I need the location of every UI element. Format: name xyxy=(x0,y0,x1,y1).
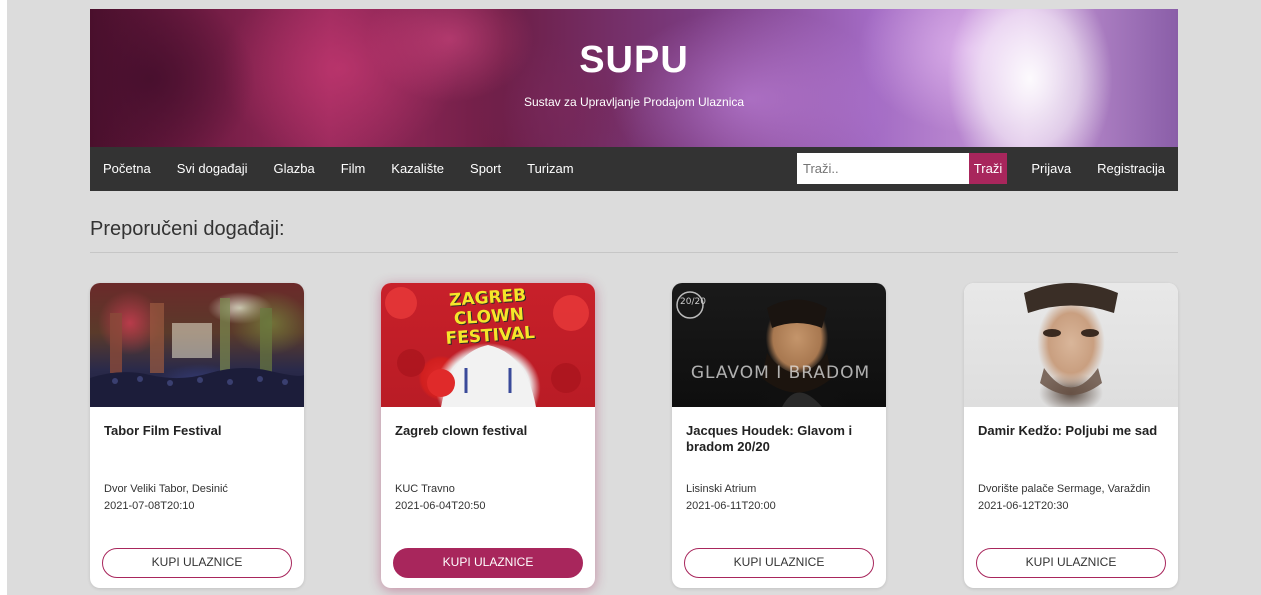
event-image-tabor[interactable] xyxy=(90,283,304,407)
search-input[interactable] xyxy=(797,153,969,184)
event-title[interactable]: Tabor Film Festival xyxy=(104,423,294,439)
event-date: 2021-07-08T20:10 xyxy=(104,500,195,512)
poster-text: GLAVOM I BRADOM xyxy=(690,363,871,383)
nav-item-svi-dogadaji[interactable]: Svi događaji xyxy=(164,147,261,191)
buy-tickets-button[interactable]: KUPI ULAZNICE xyxy=(102,548,292,578)
site-subtitle: Sustav za Upravljanje Prodajom Ulaznica xyxy=(523,95,745,109)
nav-item-sport[interactable]: Sport xyxy=(457,147,514,191)
event-title[interactable]: Damir Kedžo: Poljubi me sad xyxy=(978,423,1168,439)
event-card-jacques-houdek[interactable]: 20/20 GLAVOM I BRADOM Jacques Houdek: Gl… xyxy=(672,283,886,588)
buy-tickets-button[interactable]: KUPI ULAZNICE xyxy=(684,548,874,578)
event-card-body: Tabor Film Festival Dvor Veliki Tabor, D… xyxy=(90,407,304,588)
buy-tickets-button[interactable]: KUPI ULAZNICE xyxy=(393,548,583,578)
login-link[interactable]: Prijava xyxy=(1018,147,1084,191)
event-date: 2021-06-12T20:30 xyxy=(978,500,1069,512)
event-card-zagreb-clown[interactable]: ZAGREB CLOWN FESTIVAL Zagreb clown festi… xyxy=(381,283,595,588)
nav-item-film[interactable]: Film xyxy=(328,147,379,191)
event-card-body: Damir Kedžo: Poljubi me sad Dvorište pal… xyxy=(964,407,1178,588)
event-title[interactable]: Jacques Houdek: Glavom i bradom 20/20 xyxy=(686,423,876,455)
event-date: 2021-06-11T20:00 xyxy=(686,500,776,512)
section-divider xyxy=(90,252,1178,253)
nav-links: Početna Svi događaji Glazba Film Kazališ… xyxy=(90,147,587,191)
event-venue: Lisinski Atrium xyxy=(686,483,757,495)
event-card-damir-kedzo[interactable]: Damir Kedžo: Poljubi me sad Dvorište pal… xyxy=(964,283,1178,588)
event-venue: Dvor Veliki Tabor, Desinić xyxy=(104,483,228,495)
page: SUPU Sustav za Upravljanje Prodajom Ulaz… xyxy=(7,0,1261,595)
event-venue: Dvorište palače Sermage, Varaždin xyxy=(978,483,1151,495)
badge-text: 20/20 xyxy=(680,297,706,307)
portrait-image xyxy=(1024,283,1118,395)
nav-item-glazba[interactable]: Glazba xyxy=(261,147,328,191)
nav-item-kazaliste[interactable]: Kazalište xyxy=(378,147,457,191)
nav-item-pocetna[interactable]: Početna xyxy=(90,147,164,191)
site-title: SUPU xyxy=(579,39,689,81)
search-button[interactable]: Traži xyxy=(969,153,1007,184)
event-card-body: Zagreb clown festival KUC Travno 2021-06… xyxy=(381,407,595,588)
top-navbar: Početna Svi događaji Glazba Film Kazališ… xyxy=(90,147,1178,191)
event-image-zagreb-clown[interactable]: ZAGREB CLOWN FESTIVAL xyxy=(381,283,595,407)
event-date: 2021-06-04T20:50 xyxy=(395,500,486,512)
register-link[interactable]: Registracija xyxy=(1084,147,1178,191)
event-title[interactable]: Zagreb clown festival xyxy=(395,423,585,439)
event-card-tabor[interactable]: Tabor Film Festival Dvor Veliki Tabor, D… xyxy=(90,283,304,588)
search-form: Traži xyxy=(797,153,1007,184)
nav-item-turizam[interactable]: Turizam xyxy=(514,147,586,191)
poster-text: ZAGREB CLOWN FESTIVAL xyxy=(444,285,536,350)
event-image-damir-kedzo[interactable] xyxy=(964,283,1178,407)
event-card-body: Jacques Houdek: Glavom i bradom 20/20 Li… xyxy=(672,407,886,588)
concert-crowd-image xyxy=(90,298,304,407)
buy-tickets-button[interactable]: KUPI ULAZNICE xyxy=(976,548,1166,578)
event-venue: KUC Travno xyxy=(395,483,455,495)
header-banner: SUPU Sustav za Upravljanje Prodajom Ulaz… xyxy=(90,9,1178,147)
main-container: SUPU Sustav za Upravljanje Prodajom Ulaz… xyxy=(90,9,1178,588)
nav-account-links: Prijava Registracija xyxy=(1018,147,1178,191)
section-title: Preporučeni događaji: xyxy=(90,218,285,240)
event-image-jacques-houdek[interactable]: 20/20 GLAVOM I BRADOM xyxy=(672,283,886,407)
